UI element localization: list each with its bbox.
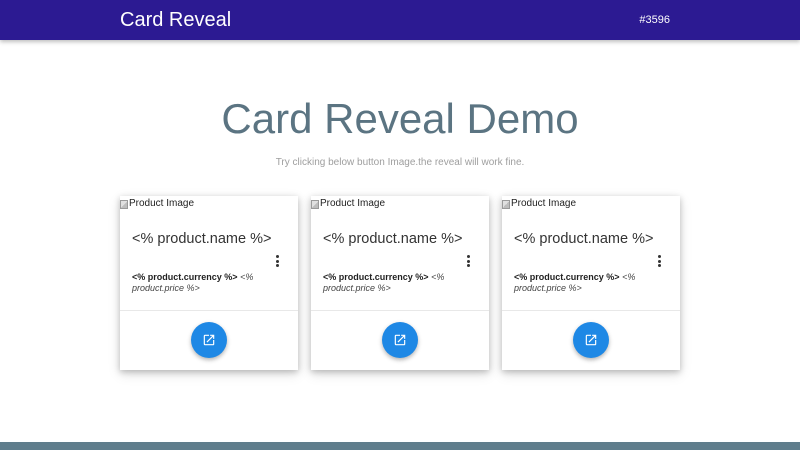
broken-image-icon [311,199,319,209]
open-in-new-icon [203,334,215,346]
page-title: Card Reveal Demo [221,95,579,142]
price-currency: <% product.currency %> [323,272,429,282]
product-image-alt-text: Product Image [320,198,386,209]
product-image[interactable]: Product Image [120,198,194,210]
reveal-button[interactable] [573,322,609,358]
reveal-button[interactable] [382,322,418,358]
card-divider [311,310,489,311]
brand-logo-link[interactable]: Card Reveal [120,8,231,32]
more-vert-icon[interactable] [466,255,470,267]
price-currency: <% product.currency %> [132,272,238,282]
card-title: <% product.name %> [323,231,463,247]
product-card: Product Image <% product.name %> <% prod… [502,196,680,370]
product-image-alt-text: Product Image [511,198,577,209]
card-price: <% product.currency %> <% product.price … [514,272,664,294]
open-in-new-icon [585,334,597,346]
card-divider [502,310,680,311]
open-in-new-icon [394,334,406,346]
product-image[interactable]: Product Image [311,198,385,210]
top-navbar: Card Reveal #3596 [0,0,800,40]
broken-image-icon [502,199,510,209]
nav-link-issue[interactable]: #3596 [639,13,670,27]
product-image-alt-text: Product Image [129,198,195,209]
footer-bar [0,442,800,450]
product-card: Product Image <% product.name %> <% prod… [120,196,298,370]
card-price: <% product.currency %> <% product.price … [132,272,282,294]
card-title: <% product.name %> [514,231,654,247]
product-image[interactable]: Product Image [502,198,576,210]
more-vert-icon[interactable] [657,255,661,267]
card-title: <% product.name %> [132,231,272,247]
product-card: Product Image <% product.name %> <% prod… [311,196,489,370]
more-vert-icon[interactable] [275,255,279,267]
price-currency: <% product.currency %> [514,272,620,282]
page-subtitle: Try clicking below button Image.the reve… [275,157,525,168]
card-price: <% product.currency %> <% product.price … [323,272,473,294]
reveal-button[interactable] [191,322,227,358]
broken-image-icon [120,199,128,209]
card-divider [120,310,298,311]
